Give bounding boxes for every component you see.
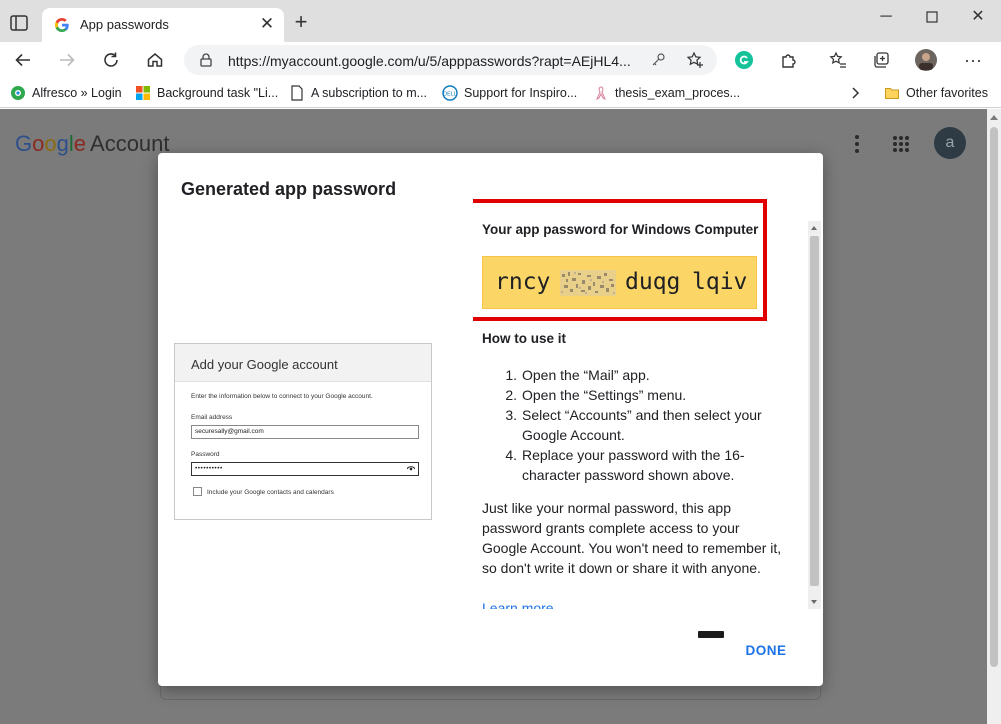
google-account-logo[interactable]: Google Account	[15, 131, 170, 157]
add-favorite-icon[interactable]	[686, 51, 704, 69]
step-item: 3. Select “Accounts” and then select your…	[505, 407, 762, 443]
step-item: 4. Replace your password with the 16-char…	[505, 447, 745, 483]
maximize-icon[interactable]	[918, 6, 946, 28]
preview-intro: Enter the information below to connect t…	[191, 393, 373, 400]
tab-actions-icon[interactable]	[8, 12, 30, 34]
close-tab-icon[interactable]: ✕	[258, 15, 276, 33]
step-item: 1. Open the “Mail” app.	[505, 367, 650, 383]
svg-text:DELL: DELL	[443, 92, 457, 98]
generated-password-box[interactable]: rncy duqg lqiv	[482, 256, 757, 309]
page-icon	[289, 85, 305, 101]
url-text[interactable]: https://myaccount.google.com/u/5/apppass…	[228, 53, 638, 69]
preview-header: Add your Google account	[175, 344, 431, 382]
new-tab-button[interactable]: +	[290, 11, 312, 34]
dialog-scrollbar-thumb[interactable]	[810, 236, 819, 586]
bookmark-alfresco[interactable]: Alfresco » Login	[10, 84, 122, 102]
security-note: Just like your normal password, this app…	[482, 500, 782, 576]
password-info-scroll[interactable]: Your app password for Windows Computer r…	[473, 197, 823, 609]
folder-icon	[884, 85, 900, 101]
page-scrollbar[interactable]	[987, 109, 1001, 724]
lock-icon[interactable]	[198, 52, 214, 68]
tab-app-passwords[interactable]: App passwords ✕	[42, 8, 284, 42]
eye-icon	[406, 465, 416, 471]
forward-arrow-icon[interactable]	[54, 47, 80, 73]
bookmark-subscription[interactable]: A subscription to m...	[289, 84, 427, 102]
favorites-icon[interactable]	[825, 47, 851, 73]
tab-strip: App passwords ✕ + ─ ✕	[0, 0, 1001, 42]
browser-toolbar: https://myaccount.google.com/u/5/apppass…	[0, 42, 1001, 78]
chevron-right-icon[interactable]	[848, 84, 862, 102]
bookmark-background-task[interactable]: Background task "Li...	[135, 84, 278, 102]
how-to-use-heading: How to use it	[482, 331, 566, 346]
bookmark-thesis-exam[interactable]: thesis_exam_proces...	[593, 84, 740, 102]
collections-icon[interactable]	[868, 47, 894, 73]
key-icon[interactable]	[650, 52, 666, 68]
more-options-icon[interactable]: ···	[960, 47, 986, 73]
password-part-1: rncy	[495, 269, 551, 295]
done-button[interactable]: DONE	[738, 640, 794, 662]
minimize-icon[interactable]: ─	[872, 6, 900, 28]
back-arrow-icon[interactable]	[10, 47, 36, 73]
vertical-more-icon[interactable]	[850, 134, 864, 154]
preview-checkbox-label: Include your Google contacts and calenda…	[207, 489, 334, 496]
grammarly-icon[interactable]	[731, 47, 757, 73]
scroll-up-icon[interactable]	[990, 115, 998, 120]
ribbon-icon	[593, 85, 609, 101]
learn-more-link[interactable]: Learn more	[482, 600, 554, 609]
scroll-down-icon[interactable]	[811, 600, 817, 604]
dialog-scrollbar[interactable]	[808, 221, 821, 609]
password-part-3: duqg	[625, 269, 681, 295]
close-window-icon[interactable]: ✕	[964, 6, 992, 28]
preview-checkbox	[193, 487, 202, 496]
dell-icon: DELL	[442, 85, 458, 101]
address-bar[interactable]: https://myaccount.google.com/u/5/apppass…	[184, 45, 717, 75]
google-g-icon	[54, 17, 70, 33]
generated-password-dialog: Generated app password Add your Google a…	[158, 153, 823, 686]
alfresco-icon	[10, 85, 26, 101]
tab-title: App passwords	[80, 17, 169, 32]
steps-list: 1. Open the “Mail” app. 2. Open the “Setti…	[497, 365, 782, 485]
password-label: Your app password for Windows Computer	[482, 222, 759, 237]
preview-password-label: Password	[191, 451, 220, 458]
home-icon[interactable]	[142, 47, 168, 73]
license-badge-icon	[698, 631, 724, 638]
bookmark-other-favorites[interactable]: Other favorites	[884, 84, 988, 102]
preview-email-field: securesally@gmail.com	[191, 425, 419, 439]
add-account-preview-image: Add your Google account Enter the inform…	[174, 343, 432, 520]
extensions-icon[interactable]	[776, 47, 802, 73]
bookmarks-bar: Alfresco » Login Background task "Li... …	[0, 78, 1001, 108]
preview-email-label: Email address	[191, 414, 233, 421]
password-part-4: lqiv	[692, 269, 748, 295]
apps-grid-icon[interactable]	[892, 135, 910, 153]
preview-password-field: ••••••••••	[191, 462, 419, 476]
page-card	[160, 684, 821, 700]
bookmark-support-inspiron[interactable]: DELL Support for Inspiro...	[442, 84, 577, 102]
profile-avatar-icon[interactable]	[913, 47, 939, 73]
redacted-pattern	[560, 270, 616, 296]
microsoft-icon	[135, 85, 151, 101]
scroll-up-icon[interactable]	[811, 226, 817, 230]
refresh-icon[interactable]	[98, 47, 124, 73]
dialog-title: Generated app password	[181, 179, 397, 199]
account-avatar[interactable]: a	[934, 127, 966, 159]
scrollbar-thumb[interactable]	[990, 127, 998, 667]
step-item: 2. Open the “Settings” menu.	[505, 387, 687, 403]
